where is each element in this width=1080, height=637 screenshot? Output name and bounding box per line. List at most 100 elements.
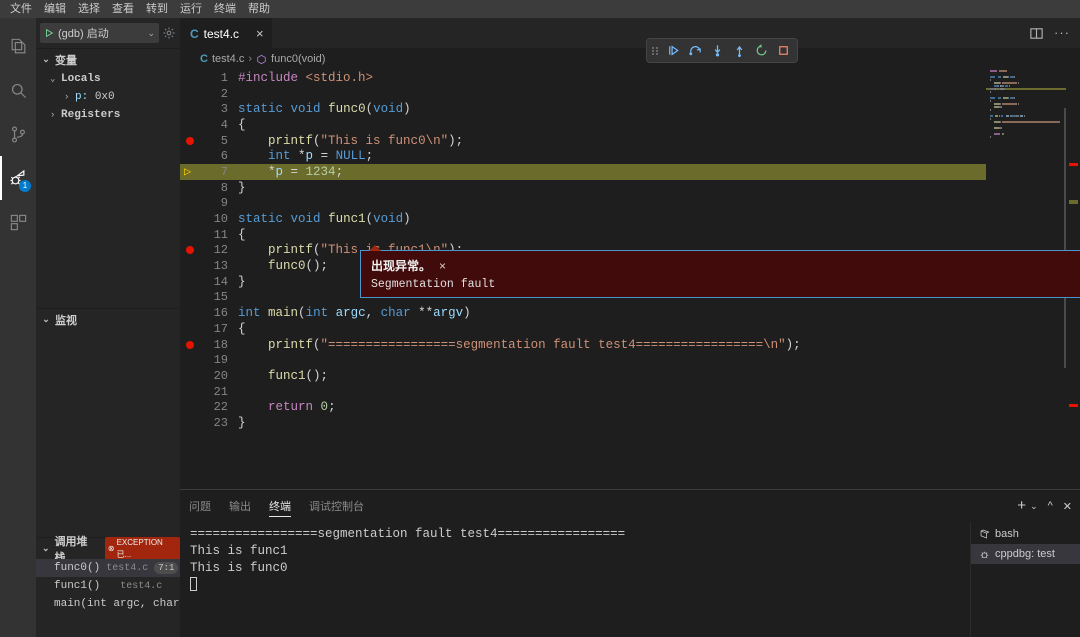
callstack-frame-main[interactable]: main(int argc, char ** [36, 595, 180, 613]
line-gutter-20[interactable]: 20 [180, 369, 238, 383]
code-line-19[interactable]: 19 [180, 352, 1080, 368]
variables-group-locals[interactable]: ⌄ Locals [36, 70, 180, 88]
gear-icon[interactable] [162, 26, 176, 40]
exception-notch [369, 245, 381, 251]
line-gutter-23[interactable]: 23 [180, 416, 238, 430]
code-line-17[interactable]: 17{ [180, 321, 1080, 337]
code-line-2[interactable]: 2 [180, 86, 1080, 102]
breadcrumb-symbol[interactable]: func0(void) [271, 53, 325, 65]
callstack-frame-func0[interactable]: func0() test4.c 7:1 [36, 559, 180, 577]
menu-item-1[interactable]: 编辑 [38, 0, 72, 18]
menu-item-0[interactable]: 文件 [4, 0, 38, 18]
drag-handle-icon[interactable] [651, 44, 661, 58]
line-gutter-13[interactable]: 13 [180, 259, 238, 273]
line-gutter-1[interactable]: 1 [180, 71, 238, 85]
code-line-22[interactable]: 22 return 0; [180, 399, 1080, 415]
panel-tab-1[interactable]: 输出 [220, 490, 260, 522]
panel-tab-0[interactable]: 问题 [180, 490, 220, 522]
close-panel-button[interactable]: ✕ [1063, 500, 1072, 513]
step-over-button[interactable] [685, 41, 705, 61]
code-line-16[interactable]: 16int main(int argc, char **argv) [180, 305, 1080, 321]
code-text: static void func1(void) [238, 212, 1080, 226]
code-line-11[interactable]: 11{ [180, 227, 1080, 243]
breakpoint-icon[interactable] [186, 246, 194, 254]
variables-group-registers[interactable]: › Registers [36, 106, 180, 124]
menu-item-3[interactable]: 查看 [106, 0, 140, 18]
variable-row-p[interactable]: › p: 0x0 [36, 88, 180, 106]
activity-item-source-control[interactable] [0, 112, 36, 156]
new-terminal-dropdown-icon[interactable]: ⌄ [1030, 501, 1038, 512]
line-gutter-19[interactable]: 19 [180, 353, 238, 367]
code-line-8[interactable]: 8} [180, 180, 1080, 196]
code-line-3[interactable]: 3static void func0(void) [180, 101, 1080, 117]
line-number: 22 [214, 400, 228, 414]
code-line-6[interactable]: 6 int *p = NULL; [180, 148, 1080, 164]
launch-configuration-select[interactable]: (gdb) 启动 ⌄ [40, 23, 159, 43]
terminal-list-item-bash[interactable]: bash [971, 524, 1080, 544]
panel-tab-3[interactable]: 调试控制台 [300, 490, 373, 522]
code-text: return 0; [238, 400, 1080, 414]
line-gutter-12[interactable]: 12 [180, 243, 238, 257]
terminal-output[interactable]: =================segmentation fault test… [180, 522, 970, 637]
stop-button[interactable] [773, 41, 793, 61]
close-icon[interactable]: × [439, 259, 446, 273]
line-gutter-17[interactable]: 17 [180, 322, 238, 336]
more-actions-icon[interactable]: ··· [1054, 28, 1070, 38]
code-line-23[interactable]: 23} [180, 415, 1080, 431]
code-line-20[interactable]: 20 func1(); [180, 368, 1080, 384]
callstack-header[interactable]: ⌄ 调用堆栈 ⊗ EXCEPTION 已... [36, 537, 180, 559]
breakpoint-icon[interactable] [186, 137, 194, 145]
menu-item-7[interactable]: 帮助 [242, 0, 276, 18]
watch-header[interactable]: ⌄ 监视 [36, 308, 180, 330]
line-gutter-9[interactable]: 9 [180, 196, 238, 210]
line-gutter-10[interactable]: 10 [180, 212, 238, 226]
breakpoint-icon[interactable] [186, 341, 194, 349]
restart-button[interactable] [751, 41, 771, 61]
line-gutter-6[interactable]: 6 [180, 149, 238, 163]
menu-item-2[interactable]: 选择 [72, 0, 106, 18]
step-into-button[interactable] [707, 41, 727, 61]
line-gutter-3[interactable]: 3 [180, 102, 238, 116]
code-line-4[interactable]: 4{ [180, 117, 1080, 133]
close-icon[interactable]: × [256, 26, 264, 41]
maximize-panel-button[interactable]: ^ [1048, 500, 1053, 512]
code-line-9[interactable]: 9 [180, 196, 1080, 212]
step-out-button[interactable] [729, 41, 749, 61]
line-gutter-4[interactable]: 4 [180, 118, 238, 132]
line-gutter-21[interactable]: 21 [180, 385, 238, 399]
code-line-10[interactable]: 10static void func1(void) [180, 211, 1080, 227]
line-gutter-22[interactable]: 22 [180, 400, 238, 414]
continue-button[interactable] [663, 41, 683, 61]
terminal-list-item-cppdbg[interactable]: cppdbg: test [971, 544, 1080, 564]
menu-item-4[interactable]: 转到 [140, 0, 174, 18]
line-gutter-11[interactable]: 11 [180, 228, 238, 242]
line-gutter-15[interactable]: 15 [180, 290, 238, 304]
breadcrumb-file[interactable]: test4.c [212, 53, 244, 65]
line-gutter-7[interactable]: ▷7 [180, 165, 238, 179]
code-line-21[interactable]: 21 [180, 384, 1080, 400]
code-line-5[interactable]: 5 printf("This is func0\n"); [180, 133, 1080, 149]
menu-item-5[interactable]: 运行 [174, 0, 208, 18]
line-gutter-18[interactable]: 18 [180, 338, 238, 352]
activity-item-explorer[interactable] [0, 24, 36, 68]
line-gutter-5[interactable]: 5 [180, 134, 238, 148]
line-gutter-14[interactable]: 14 [180, 275, 238, 289]
code-line-7[interactable]: ▷7 *p = 1234; [180, 164, 1080, 180]
chevron-down-icon[interactable]: ⌄ [147, 28, 155, 39]
new-terminal-button[interactable]: + [1017, 500, 1026, 512]
menu-item-6[interactable]: 终端 [208, 0, 242, 18]
activity-item-run-and-debug[interactable]: 1 [0, 156, 36, 200]
line-gutter-2[interactable]: 2 [180, 87, 238, 101]
code-line-18[interactable]: 18 printf("=================segmentation… [180, 337, 1080, 353]
callstack-frame-func1[interactable]: func1() test4.c [36, 577, 180, 595]
line-gutter-16[interactable]: 16 [180, 306, 238, 320]
code-editor[interactable]: 1#include <stdio.h>23static void func0(v… [180, 70, 1080, 489]
panel-tab-2[interactable]: 终端 [260, 490, 300, 522]
activity-item-search[interactable] [0, 68, 36, 112]
activity-item-extensions[interactable] [0, 200, 36, 244]
split-editor-icon[interactable] [1029, 26, 1044, 41]
code-line-1[interactable]: 1#include <stdio.h> [180, 70, 1080, 86]
editor-tab-test4c[interactable]: C test4.c × [180, 18, 273, 48]
variables-header[interactable]: ⌄ 变量 [36, 48, 180, 70]
line-gutter-8[interactable]: 8 [180, 181, 238, 195]
